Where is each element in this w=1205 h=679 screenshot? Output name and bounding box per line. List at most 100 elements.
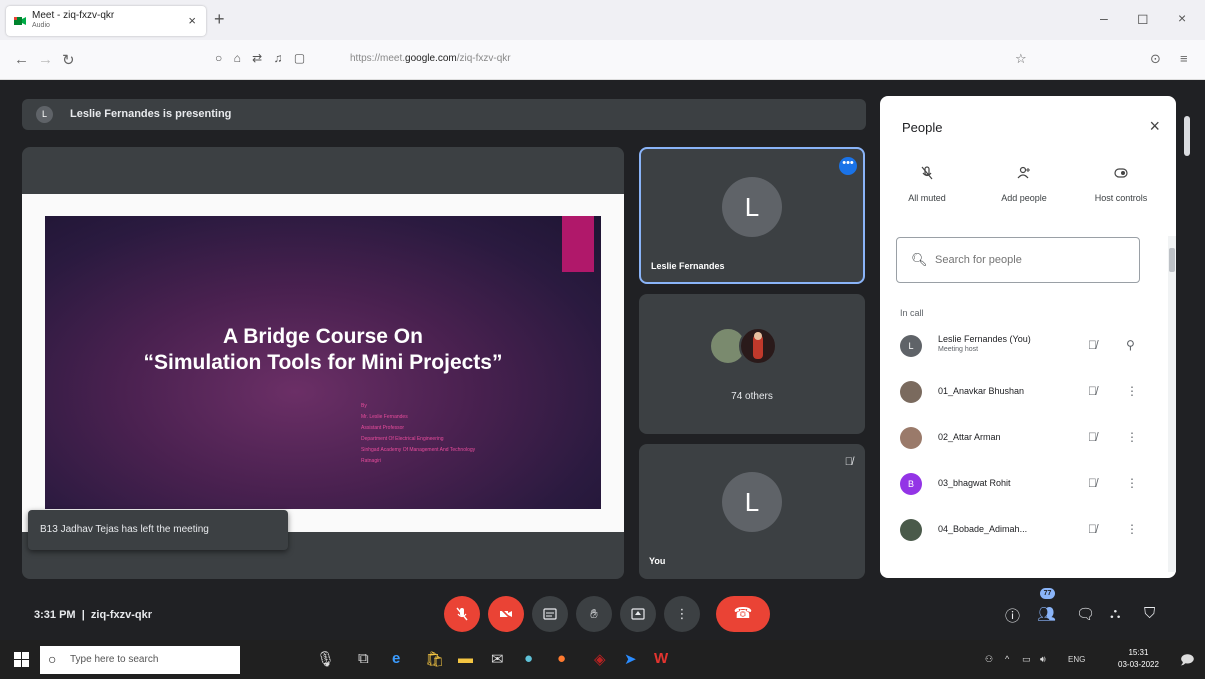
present-button[interactable] <box>620 596 656 632</box>
windows-taskbar: ○ Type here to search 🎙︎ ⧉ e 🛍︎ ▬ ✉︎ ● ●… <box>0 640 1205 679</box>
avatar: B <box>900 473 922 495</box>
raise-hand-button[interactable]: ✋︎ <box>576 596 612 632</box>
participant-figure-icon <box>753 332 763 359</box>
close-panel-icon[interactable]: × <box>1149 116 1160 137</box>
store-icon[interactable]: 🛍︎ <box>425 650 444 668</box>
microphone-icon[interactable]: 🎙︎ <box>316 650 335 668</box>
people-scrollbar[interactable] <box>1168 236 1176 572</box>
acrobat-icon[interactable]: ◈ <box>594 650 606 668</box>
participant-row[interactable]: 02_Attar Arman 🎙̸ ⋮ <box>880 418 1176 464</box>
left-meeting-toast: B13 Jadhav Tejas has left the meeting <box>28 510 288 550</box>
more-vert-icon[interactable]: ⋮ <box>1126 476 1138 490</box>
new-tab-button[interactable]: + <box>214 9 225 30</box>
participant-name: 03_bhagwat Rohit <box>938 478 1011 488</box>
mic-off-icon[interactable]: 🎙̸ <box>1088 338 1097 352</box>
mic-off-icon <box>882 166 972 188</box>
app-blue-icon[interactable]: ➤ <box>624 650 637 668</box>
participant-photo <box>739 327 777 365</box>
forward-arrow-icon[interactable]: → <box>38 51 53 68</box>
page-scrollbar[interactable] <box>1182 96 1192 578</box>
person-add-icon <box>979 166 1069 188</box>
participant-name: Leslie Fernandes (You) <box>938 334 1031 344</box>
minimize-button[interactable]: – <box>1100 10 1108 26</box>
taskbar-search[interactable]: ○ Type here to search <box>40 646 240 674</box>
tile-self[interactable]: 🎙̸ L You <box>639 444 865 579</box>
network-icon[interactable]: ▭ <box>1022 654 1031 665</box>
hang-up-icon: ☎︎ <box>733 605 753 622</box>
avatar <box>900 427 922 449</box>
more-options-icon[interactable]: ••• <box>839 157 857 175</box>
menu-icon[interactable]: ≡ <box>1180 51 1188 66</box>
camera-toggle-button[interactable] <box>488 596 524 632</box>
captions-button[interactable] <box>532 596 568 632</box>
mic-off-icon[interactable]: 🎙̸ <box>1088 476 1097 490</box>
mic-off-icon: 🎙̸ <box>844 456 853 468</box>
site-info-icons[interactable]: ○ ⌂ ⇄ ♫ ▢ <box>215 51 309 65</box>
participant-row[interactable]: 01_Anavkar Bhushan 🎙̸ ⋮ <box>880 372 1176 418</box>
mic-toggle-button[interactable] <box>444 596 480 632</box>
show-hidden-icons[interactable]: ^ <box>1005 654 1009 664</box>
presentation-tile[interactable]: A Bridge Course On “Simulation Tools for… <box>22 147 624 579</box>
more-vert-icon[interactable]: ⋮ <box>1126 430 1138 444</box>
people-tray-icon[interactable]: ⚇ <box>985 654 993 665</box>
back-arrow-icon[interactable]: ← <box>14 51 29 68</box>
presenting-banner: L Leslie Fernandes is presenting <box>22 99 866 130</box>
browser-tab[interactable]: Meet - ziq-fxzv-qkr Audio × <box>6 6 206 36</box>
tile-others[interactable]: 74 others <box>639 294 865 434</box>
mic-off-icon[interactable]: 🎙̸ <box>1088 384 1097 398</box>
activities-icon[interactable]: ⛬ <box>1110 605 1121 622</box>
participant-row[interactable]: L Leslie Fernandes (You) Meeting host 🎙̸… <box>880 326 1176 372</box>
host-controls-icon[interactable]: ⛉ <box>1144 605 1155 622</box>
file-explorer-icon[interactable]: ▬ <box>458 650 473 667</box>
people-icon[interactable]: 👥︎ <box>1037 605 1056 623</box>
volume-icon[interactable]: 🔊︎ <box>1040 654 1046 665</box>
search-icon: 🔍︎ <box>911 252 928 267</box>
more-options-button[interactable]: ⋮ <box>664 596 700 632</box>
participant-row[interactable]: B 03_bhagwat Rohit 🎙̸ ⋮ <box>880 464 1176 510</box>
task-view-icon[interactable]: ⧉ <box>358 650 369 667</box>
leave-call-button[interactable]: ☎︎ <box>716 596 770 632</box>
taskbar-clock[interactable]: 15:31 03-03-2022 <box>1118 647 1159 671</box>
more-vert-icon[interactable]: ⋮ <box>1126 522 1138 536</box>
people-scroll-thumb[interactable] <box>1169 248 1175 272</box>
notifications-icon[interactable]: 🗩︎ <box>1180 651 1194 673</box>
mic-off-icon[interactable]: 🎙̸ <box>1088 522 1097 536</box>
all-muted-button[interactable]: All muted <box>882 166 972 206</box>
present-screen-icon <box>631 608 645 620</box>
mail-icon[interactable]: ✉︎ <box>491 650 504 668</box>
people-title: People <box>902 120 943 135</box>
tile-presenter[interactable]: ••• L Leslie Fernandes <box>639 147 865 284</box>
edge-browser-icon[interactable]: e <box>392 650 400 667</box>
participant-role: Meeting host <box>938 346 979 353</box>
url-bar[interactable]: https://meet.google.com/ziq-fxzv-qkr <box>350 53 511 64</box>
windows-start-icon[interactable] <box>14 652 29 667</box>
slide-title: A Bridge Course On “Simulation Tools for… <box>143 325 503 374</box>
page-scroll-thumb[interactable] <box>1184 116 1190 156</box>
host-controls-button[interactable]: Host controls <box>1076 166 1166 206</box>
avatar <box>900 519 922 541</box>
meet-stage: L Leslie Fernandes is presenting A Bridg… <box>0 80 1205 640</box>
browser-tabstrip: Meet - ziq-fxzv-qkr Audio × + – ◻ × <box>0 0 1205 40</box>
pin-icon[interactable]: ⚲ <box>1126 338 1135 352</box>
bookmark-star-icon[interactable]: ☆ <box>1015 51 1027 67</box>
browser-navbar: ← → ↻ ○ ⌂ ⇄ ♫ ▢ https://meet.google.com/… <box>0 40 1205 80</box>
language-indicator[interactable]: ENG <box>1068 655 1085 664</box>
search-input[interactable] <box>935 250 1125 270</box>
reload-icon[interactable]: ↻ <box>62 51 75 69</box>
chat-icon[interactable]: 🗨︎ <box>1076 605 1095 623</box>
self-tile-avatar: L <box>722 472 782 532</box>
people-search[interactable]: 🔍︎ <box>896 237 1140 283</box>
tab-title: Meet - ziq-fxzv-qkr <box>32 10 115 21</box>
more-vert-icon[interactable]: ⋮ <box>1126 384 1138 398</box>
maximize-button[interactable]: ◻ <box>1137 10 1149 27</box>
add-people-button[interactable]: Add people <box>979 166 1069 206</box>
extensions-icon[interactable]: ⊙ <box>1150 51 1161 67</box>
mic-off-icon[interactable]: 🎙̸ <box>1088 430 1097 444</box>
meeting-info-icon[interactable]: ⓘ <box>1005 605 1020 626</box>
participant-row[interactable]: 04_Bobade_Adimah... 🎙̸ ⋮ <box>880 510 1176 556</box>
app-icon[interactable]: ● <box>524 650 533 667</box>
close-window-button[interactable]: × <box>1178 10 1186 26</box>
firefox-icon[interactable]: ● <box>557 650 566 667</box>
tab-close-icon[interactable]: × <box>188 13 196 28</box>
wps-office-icon[interactable]: W <box>654 650 668 667</box>
